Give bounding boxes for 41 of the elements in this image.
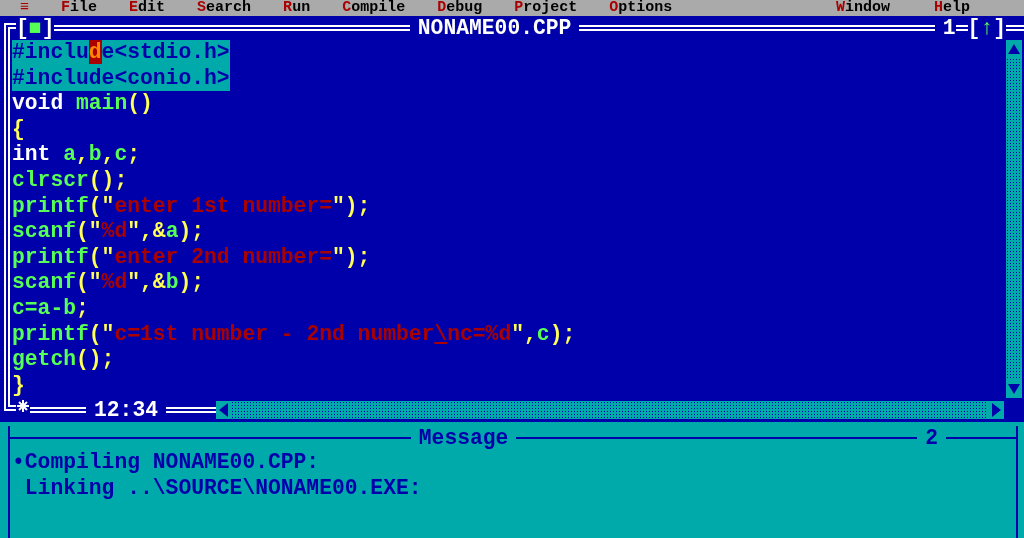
code-line: } — [12, 372, 25, 399]
code-line: getch(); — [12, 347, 115, 373]
code-line: clrscr(); — [12, 167, 128, 194]
resize-star-icon[interactable] — [16, 398, 30, 414]
menu-item[interactable]: Debug — [435, 0, 485, 16]
message-title: Message — [417, 426, 510, 450]
cursor-position: 12:34 — [93, 398, 159, 422]
scroll-up-icon[interactable] — [1006, 40, 1022, 58]
frame-line — [1006, 25, 1024, 31]
vertical-scrollbar[interactable] — [1006, 40, 1022, 398]
code-line: int a,b,c; — [12, 142, 141, 168]
code-line: scanf("%d",&b); — [12, 270, 205, 296]
menu-item[interactable]: Window — [833, 0, 892, 16]
code-line: scanf("%d",&a); — [12, 219, 205, 245]
menu-item[interactable]: Options — [607, 0, 675, 16]
menu-item[interactable]: Help — [931, 0, 972, 16]
window-title: NONAME00.CPP — [416, 16, 573, 40]
code-line: void main() — [12, 91, 153, 117]
menu-item[interactable]: Run — [281, 0, 313, 16]
horizontal-scrollbar[interactable] — [216, 401, 1004, 419]
frame-line — [955, 25, 968, 31]
window-number: 2 — [924, 426, 939, 450]
menu-item[interactable]: File — [59, 0, 100, 16]
scroll-right-icon[interactable] — [988, 401, 1004, 419]
zoom-button[interactable]: [↑] — [967, 16, 1006, 40]
message-line: Compiling NONAME00.CPP: — [24, 450, 320, 476]
menu-item[interactable]: Edit — [127, 0, 168, 16]
window-close-button[interactable]: [■] — [16, 16, 55, 40]
scroll-left-icon[interactable] — [216, 401, 232, 419]
bullet-marker: • — [12, 450, 25, 476]
scroll-down-icon[interactable] — [1006, 380, 1022, 398]
code-line: { — [12, 116, 25, 143]
message-line: Linking ..\SOURCE\NONAME00.EXE: — [24, 475, 422, 502]
menu-item[interactable]: Compile — [340, 0, 408, 16]
code-line: printf("enter 1st number="); — [12, 193, 371, 220]
menu-item[interactable]: Project — [512, 0, 580, 16]
code-line: printf("c=1st number - 2nd number\nc=%d",c); — [12, 321, 576, 348]
code-line: c=a-b; — [12, 295, 89, 322]
menu-item[interactable]: Search — [195, 0, 254, 16]
code-line: printf("enter 2nd number="); — [12, 244, 371, 271]
window-number: 1 — [941, 16, 956, 40]
